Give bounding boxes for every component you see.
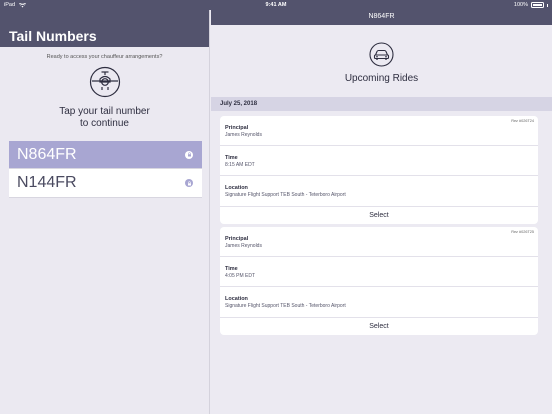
ride-card: Rez #026T24 Principal James Reynolds Tim…: [220, 116, 538, 224]
time-row: Time 8:15 AM EDT: [220, 146, 538, 176]
principal-value: James Reynolds: [225, 243, 262, 249]
tail-item-label: N864FR: [17, 145, 77, 163]
time-label: Time: [225, 266, 238, 272]
section-title: Upcoming Rides: [344, 73, 419, 84]
location-row: Location Signature Flight Support TEB So…: [220, 287, 538, 318]
page-title: Tail Numbers: [9, 28, 97, 44]
tail-item-n144fr[interactable]: N144FR: [9, 169, 202, 198]
principal-row: Rez #026T25 Principal James Reynolds: [220, 227, 538, 257]
left-subtitle: Ready to access your chauffeur arrangeme…: [46, 54, 163, 60]
selected-tail-title: N864FR: [368, 13, 395, 20]
prompt-text: Tap your tail number to continue: [0, 106, 209, 130]
car-icon-wrap: [211, 42, 552, 67]
lock-icon: [185, 179, 193, 187]
time-value: 8:15 AM EDT: [225, 162, 255, 168]
tail-item-n864fr[interactable]: N864FR: [9, 141, 202, 169]
principal-value: James Reynolds: [225, 132, 262, 138]
airplane-icon: [89, 66, 120, 98]
tail-numbers-pane: Tail Numbers Ready to access your chauff…: [0, 10, 210, 414]
car-icon: [369, 42, 394, 67]
lock-icon: [185, 150, 193, 159]
ride-number: Rez #026T25: [511, 230, 534, 234]
principal-label: Principal: [225, 236, 249, 242]
left-header: Tail Numbers: [0, 10, 209, 47]
plane-icon-wrap: [0, 66, 209, 98]
principal-row: Rez #026T24 Principal James Reynolds: [220, 116, 538, 146]
time-row: Time 4:05 PM EDT: [220, 257, 538, 287]
status-bar: iPad 9:41 AM 100%: [0, 0, 552, 10]
prompt-line-2: to continue: [80, 118, 129, 129]
battery-icon: [531, 2, 544, 8]
location-value: Signature Flight Support TEB South - Tet…: [225, 303, 346, 309]
select-button[interactable]: Select: [220, 207, 538, 224]
location-label: Location: [225, 185, 248, 191]
location-label: Location: [225, 296, 248, 302]
location-row: Location Signature Flight Support TEB So…: [220, 176, 538, 207]
status-time: 9:41 AM: [265, 2, 287, 8]
time-label: Time: [225, 155, 238, 161]
tail-item-label: N144FR: [17, 174, 77, 191]
battery-tip: [547, 3, 548, 7]
tail-number-list: N864FR N144FR: [9, 141, 202, 198]
battery-percent: 100%: [513, 2, 528, 8]
rides-pane: N864FR Upcoming Rides July 25, 2018 Rez …: [211, 10, 552, 414]
ride-card: Rez #026T25 Principal James Reynolds Tim…: [220, 227, 538, 335]
right-header: N864FR: [211, 10, 552, 25]
principal-label: Principal: [225, 125, 249, 131]
date-header: July 25, 2018: [211, 97, 552, 111]
location-value: Signature Flight Support TEB South - Tet…: [225, 192, 346, 198]
status-bar-right: 100%: [514, 2, 548, 8]
ride-number: Rez #026T24: [511, 119, 534, 123]
prompt-line-1: Tap your tail number: [59, 106, 150, 117]
time-value: 4:05 PM EDT: [225, 273, 256, 279]
select-button[interactable]: Select: [220, 318, 538, 335]
